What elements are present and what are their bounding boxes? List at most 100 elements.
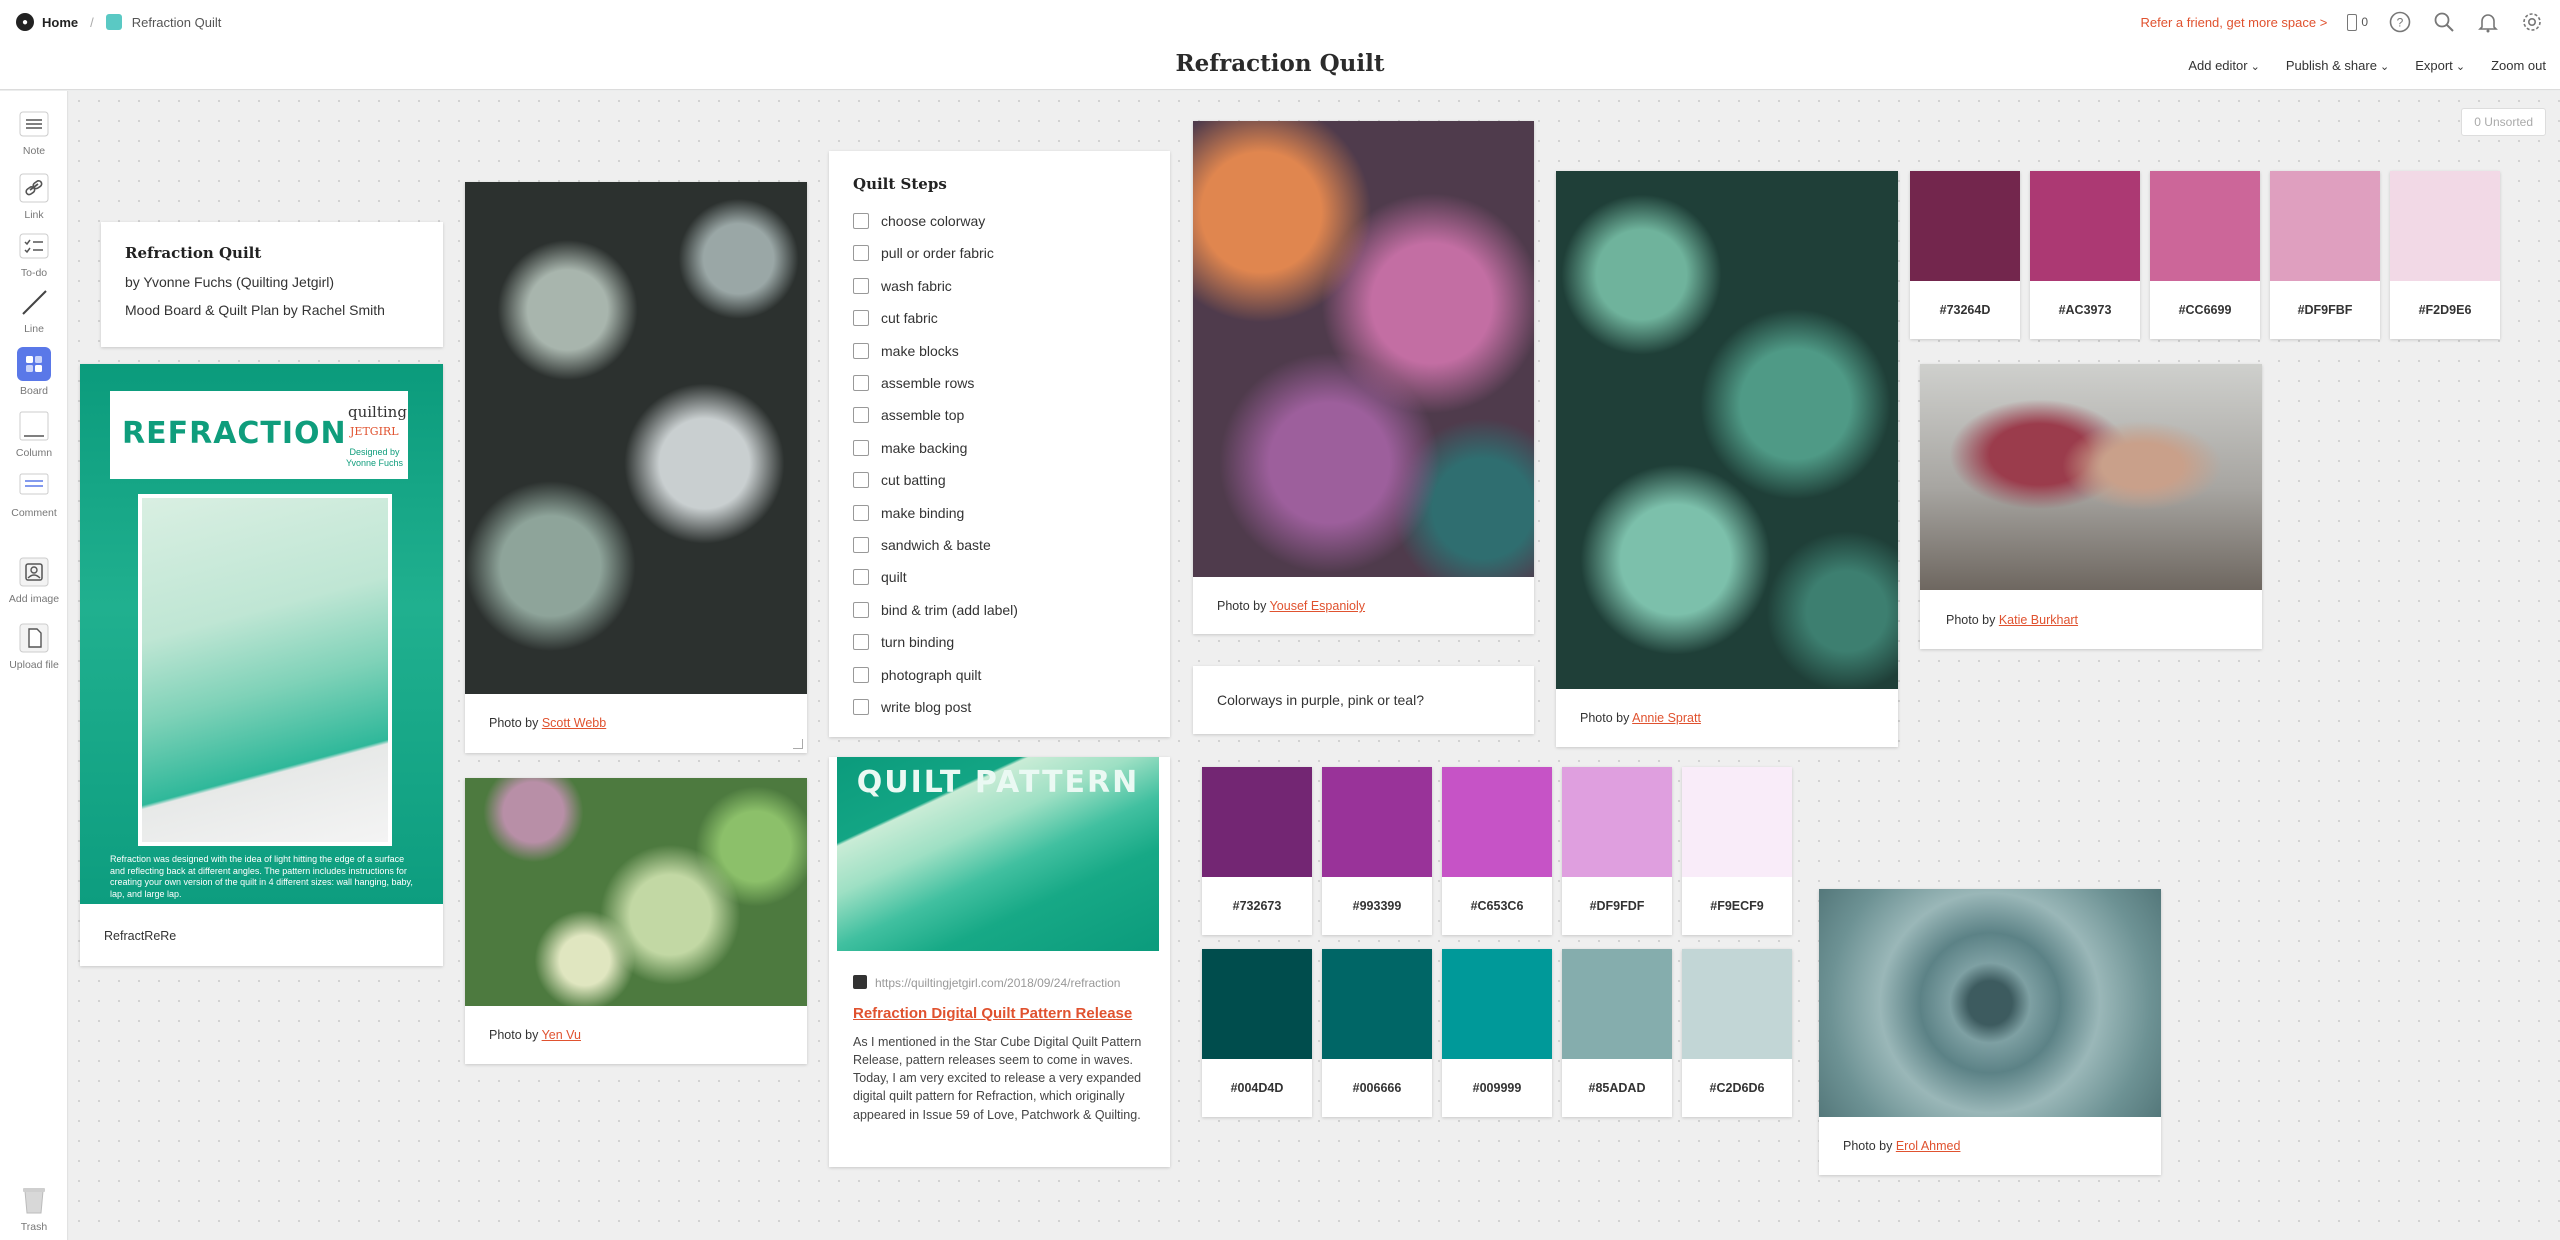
quilt-steps-card[interactable]: Quilt Steps choose colorway pull or order…	[829, 151, 1170, 737]
photo-card-erol-ahmed[interactable]: Photo by Erol Ahmed	[1819, 889, 2161, 1175]
checkbox[interactable]	[853, 342, 869, 359]
checkbox[interactable]	[853, 634, 869, 651]
photo-credit-link[interactable]: Annie Spratt	[1632, 711, 1701, 725]
photo-credit-link[interactable]: Scott Webb	[542, 716, 606, 730]
checklist-item[interactable]: sandwich & baste	[853, 535, 991, 555]
color-swatch[interactable]: #73264D	[1910, 171, 2020, 339]
checklist-item[interactable]: bind & trim (add label)	[853, 600, 1018, 620]
bell-icon[interactable]	[2476, 10, 2500, 34]
photo-credit-link[interactable]: Yen Vu	[542, 1028, 581, 1042]
checklist-item[interactable]: wash fabric	[853, 276, 952, 296]
checkbox[interactable]	[853, 601, 869, 618]
checkbox[interactable]	[853, 569, 869, 586]
color-swatch[interactable]: #F2D9E6	[2390, 171, 2500, 339]
checkbox[interactable]	[853, 213, 869, 229]
colorways-note[interactable]: Colorways in purple, pink or teal?	[1193, 666, 1534, 734]
unsorted-button[interactable]: 0 Unsorted	[2461, 108, 2546, 136]
checkbox[interactable]	[853, 277, 869, 294]
color-swatch[interactable]: #732673	[1202, 767, 1312, 935]
tool-comment[interactable]: Comment	[0, 469, 68, 519]
checklist-item[interactable]: cut fabric	[853, 308, 938, 328]
photo-card-scott-webb[interactable]: Photo by Scott Webb	[465, 182, 807, 753]
checkbox[interactable]	[853, 310, 869, 327]
board-tool-icon	[17, 347, 51, 381]
link-icon	[17, 171, 51, 205]
checklist-item[interactable]: photograph quilt	[853, 665, 981, 685]
tool-link[interactable]: Link	[0, 171, 68, 221]
tool-column[interactable]: Column	[0, 409, 68, 459]
photo-card-yousef-espanioly[interactable]: Photo by Yousef Espanioly	[1193, 121, 1534, 634]
checklist-item[interactable]: assemble rows	[853, 373, 974, 393]
color-swatch[interactable]: #993399	[1322, 767, 1432, 935]
checklist-item[interactable]: make binding	[853, 503, 964, 523]
color-swatch[interactable]: #C2D6D6	[1682, 949, 1792, 1117]
color-swatch[interactable]: #CC6699	[2150, 171, 2260, 339]
device-counter[interactable]: 0	[2347, 13, 2368, 31]
tool-trash[interactable]: Trash	[0, 1183, 68, 1233]
checkbox[interactable]	[853, 537, 869, 553]
tool-column-label: Column	[15, 447, 53, 459]
color-swatch[interactable]: #F9ECF9	[1682, 767, 1792, 935]
photo-credit-link[interactable]: Yousef Espanioly	[1270, 599, 1365, 613]
checklist-item[interactable]: write blog post	[853, 697, 971, 717]
help-icon[interactable]: ?	[2388, 10, 2412, 34]
link-url[interactable]: https://quiltingjetgirl.com/2018/09/24/r…	[853, 975, 1143, 990]
checklist-item[interactable]: cut batting	[853, 470, 946, 490]
checklist-item[interactable]: turn binding	[853, 632, 954, 652]
tool-todo[interactable]: To-do	[0, 229, 68, 279]
tool-note[interactable]: Note	[0, 107, 68, 157]
page-title[interactable]: Refraction Quilt	[0, 50, 2560, 77]
checkbox[interactable]	[853, 666, 869, 683]
photo-card-yen-vu[interactable]: Photo by Yen Vu	[465, 778, 807, 1064]
breadcrumb-home[interactable]: Home	[42, 15, 78, 30]
photo-credit-link[interactable]: Katie Burkhart	[1999, 613, 2078, 627]
checkbox[interactable]	[853, 699, 869, 715]
column-icon	[17, 409, 51, 443]
resize-handle[interactable]	[793, 739, 803, 749]
zoom-out-button[interactable]: Zoom out	[2491, 58, 2546, 73]
color-swatch[interactable]: #009999	[1442, 949, 1552, 1117]
color-swatch[interactable]: #004D4D	[1202, 949, 1312, 1117]
checklist-item[interactable]: assemble top	[853, 405, 964, 425]
favicon-icon	[853, 975, 867, 989]
refer-friend-link[interactable]: Refer a friend, get more space >	[2141, 15, 2328, 30]
photo-card-annie-spratt[interactable]: Photo by Annie Spratt	[1556, 171, 1898, 747]
link-title[interactable]: Refraction Digital Quilt Pattern Release	[853, 1005, 1132, 1022]
photo-card-katie-burkhart[interactable]: Photo by Katie Burkhart	[1920, 364, 2262, 649]
checklist-item[interactable]: choose colorway	[853, 211, 985, 231]
checkbox[interactable]	[853, 472, 869, 489]
color-swatch[interactable]: #AC3973	[2030, 171, 2140, 339]
tool-upload-file[interactable]: Upload file	[0, 621, 68, 671]
checkbox[interactable]	[853, 407, 869, 424]
checklist-item[interactable]: quilt	[853, 567, 907, 587]
export-button[interactable]: Export	[2415, 58, 2465, 73]
color-swatch[interactable]: #DF9FDF	[1562, 767, 1672, 935]
color-swatch[interactable]: #C653C6	[1442, 767, 1552, 935]
checkbox[interactable]	[853, 504, 869, 521]
checklist-item-label: make binding	[881, 504, 965, 521]
checkbox[interactable]	[853, 375, 869, 391]
checklist-item[interactable]: pull or order fabric	[853, 243, 994, 263]
color-swatch[interactable]: #006666	[1322, 949, 1432, 1117]
refraction-image-card[interactable]: REFRACTION quilting JETGIRL Designed by Yv…	[80, 364, 443, 966]
gear-icon[interactable]	[2520, 10, 2544, 34]
publish-share-button[interactable]: Publish & share	[2286, 58, 2389, 73]
tool-line[interactable]: Line	[0, 285, 68, 335]
photo-credit-link[interactable]: Erol Ahmed	[1896, 1139, 1961, 1153]
color-swatch[interactable]: #DF9FBF	[2270, 171, 2380, 339]
search-icon[interactable]	[2432, 10, 2456, 34]
checklist-item[interactable]: make backing	[853, 438, 967, 458]
checklist-item[interactable]: make blocks	[853, 341, 959, 361]
add-editor-button[interactable]: Add editor	[2188, 58, 2260, 73]
intro-note[interactable]: Refraction Quilt by Yvonne Fuchs (Quilti…	[101, 222, 443, 347]
breadcrumb-board[interactable]: Refraction Quilt	[132, 15, 222, 30]
checkbox[interactable]	[853, 439, 869, 456]
link-preview-card[interactable]: QUILT PATTERN https://quiltingjetgirl.co…	[829, 757, 1170, 1167]
tool-board[interactable]: Board	[0, 347, 68, 397]
quilt-photo	[138, 494, 392, 846]
home-logo-icon[interactable]: ●	[16, 13, 34, 31]
color-swatch[interactable]: #85ADAD	[1562, 949, 1672, 1117]
tool-add-image-label: Add image	[8, 593, 60, 605]
tool-add-image[interactable]: Add image	[0, 555, 68, 605]
checkbox[interactable]	[853, 245, 869, 262]
